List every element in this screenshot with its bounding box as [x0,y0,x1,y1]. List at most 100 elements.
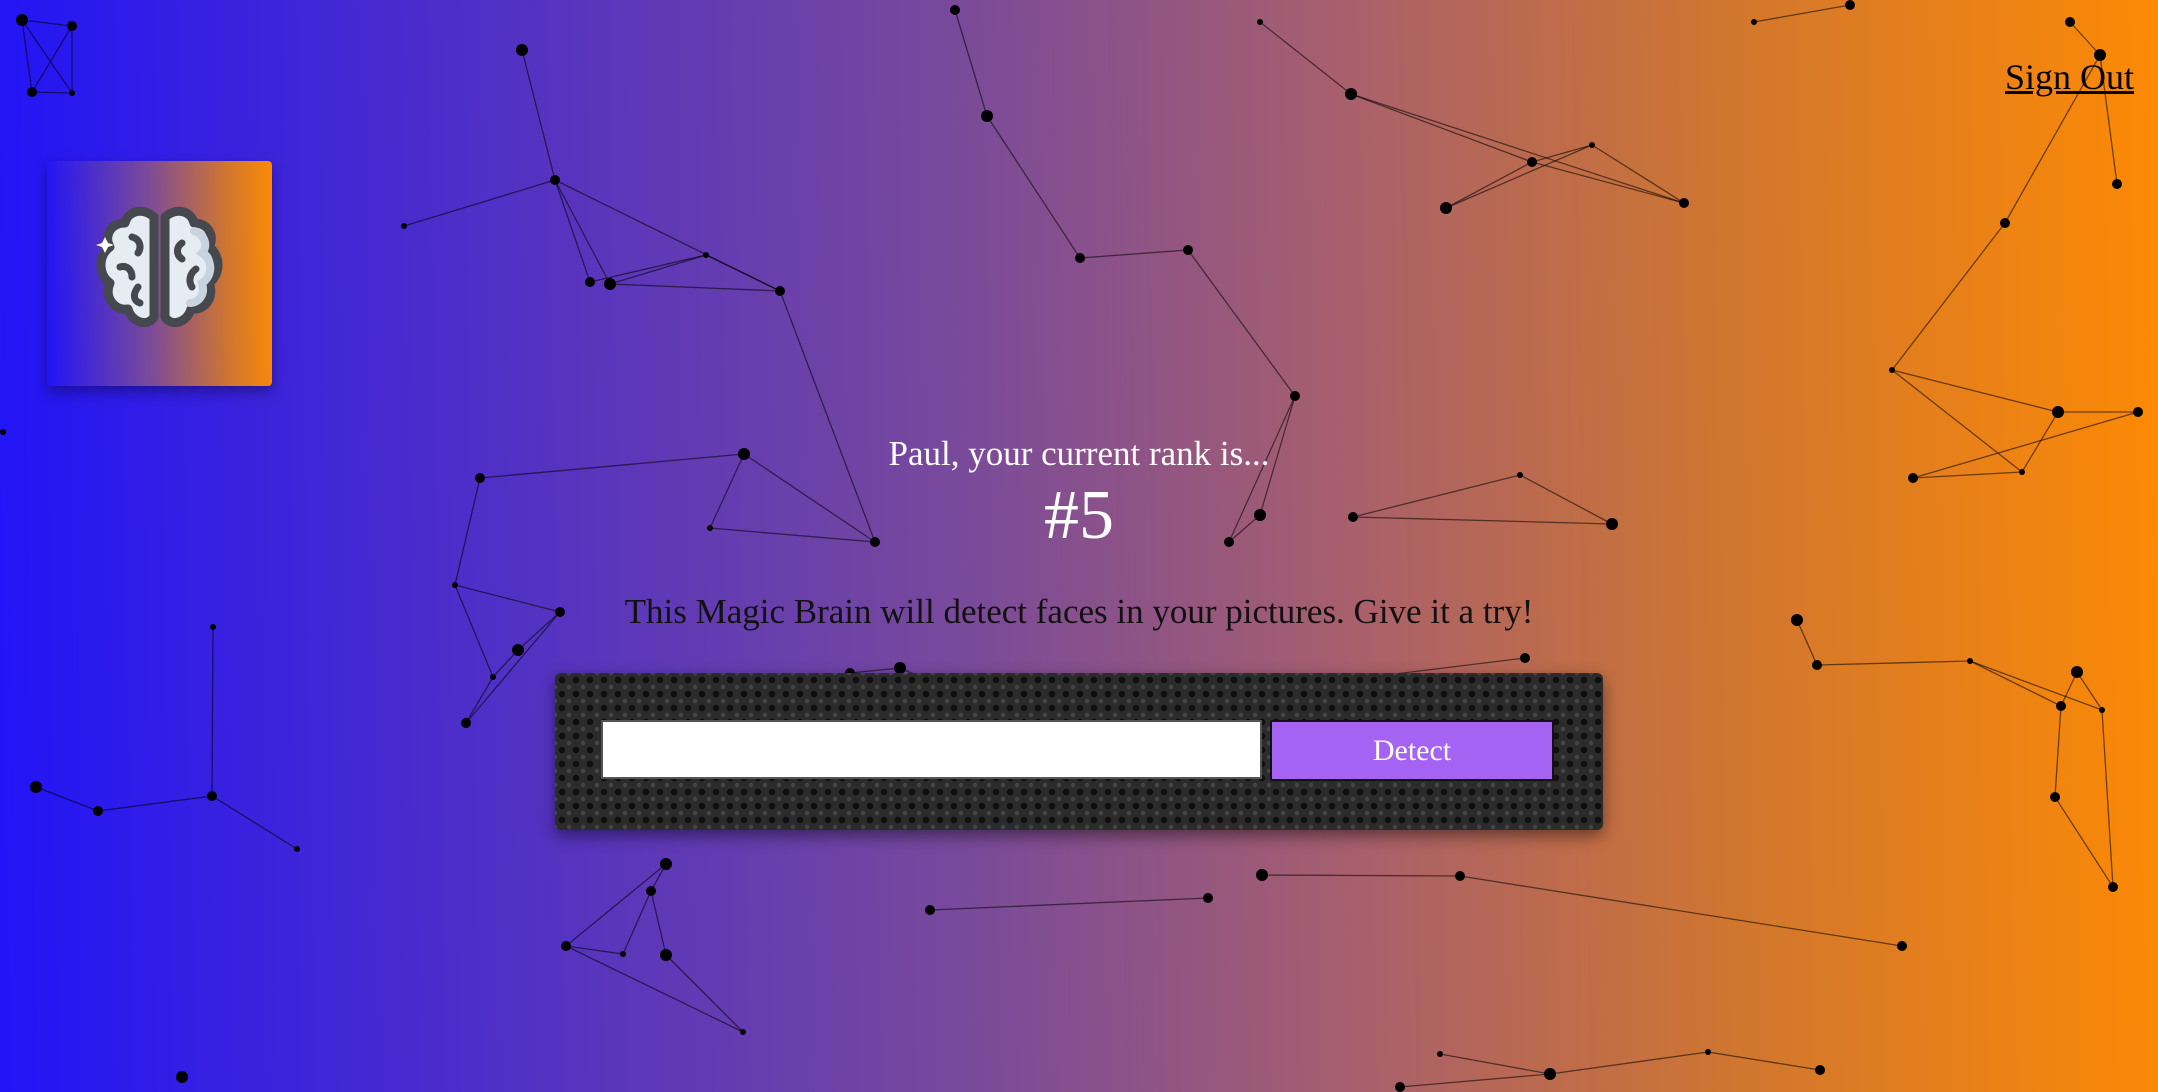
network-node [1815,1065,1825,1075]
network-node [93,806,103,816]
network-line [1350,93,1533,163]
network-node [1437,1051,1443,1057]
network-node [1897,941,1907,951]
network-line [1261,874,1461,877]
network-line [609,254,707,285]
logo-card[interactable] [47,161,272,386]
network-node [1520,653,1530,663]
network-node [1544,1068,1556,1080]
network-line [1399,1073,1551,1088]
network-line [2076,671,2103,711]
network-line [589,254,707,283]
network-node [69,90,75,96]
tagline: This Magic Brain will detect faces in yo… [624,592,1534,631]
network-node [703,252,709,258]
network-line [1969,660,2103,711]
sign-out-link[interactable]: Sign Out [2005,56,2134,98]
network-line [1187,249,1296,397]
network-node [1589,142,1595,148]
network-node [1075,253,1085,263]
network-line [2069,21,2101,56]
network-line [929,897,1209,911]
network-node [2000,218,2010,228]
network-node [1967,658,1973,664]
network-line [1079,249,1189,259]
network-node [67,21,77,31]
network-line [954,9,988,117]
rank-message: Paul, your current rank is... [888,434,1270,473]
network-node [550,175,560,185]
network-node [1812,660,1822,670]
network-line [1445,144,1593,209]
network-node [461,718,471,728]
network-node [2133,407,2143,417]
network-line [1591,144,1685,204]
detect-button[interactable]: Detect [1270,720,1554,781]
brain-icon [96,206,223,328]
network-line [1531,161,1685,204]
network-node [30,781,42,793]
network-line [1891,369,2059,413]
network-node [2112,179,2122,189]
network-node [1527,157,1537,167]
network-line [31,25,73,93]
network-node [2050,792,2060,802]
network-node [1290,391,1300,401]
network-line [986,115,1081,259]
network-line [2054,705,2062,798]
network-node [512,644,524,656]
network-line [1459,875,1903,947]
network-line [1531,144,1593,163]
network-node [452,582,458,588]
network-line [1891,222,2006,371]
network-node [2108,882,2118,892]
network-node [1889,367,1895,373]
network-node [660,858,672,870]
network-node [950,5,960,15]
network-line [1259,21,1352,95]
network-node [660,949,672,961]
network-line [2101,709,2114,888]
network-line [35,786,99,812]
network-node [16,14,28,26]
network-node [2071,666,2083,678]
network-node [1845,0,1855,10]
network-line [565,863,667,947]
network-line [31,91,73,94]
network-line [1549,1051,1709,1075]
network-node [585,277,595,287]
network-line [21,19,33,93]
network-node [1183,245,1193,255]
network-line [97,795,213,812]
network-node [925,905,935,915]
network-node [176,1071,188,1083]
network-node [516,44,528,56]
network-node [620,951,626,957]
network-node [775,286,785,296]
network-line [565,945,744,1033]
network-line [21,19,73,27]
network-node [1256,869,1268,881]
network-node [2056,701,2066,711]
network-line [403,179,556,227]
network-node [604,278,616,290]
network-line [1439,1053,1551,1075]
network-node [2065,17,2075,27]
network-node [1751,19,1757,25]
network-node [1705,1049,1711,1055]
network-node [1679,198,1689,208]
network-node [401,223,407,229]
network-line [554,179,781,292]
network-node [646,886,656,896]
network-line [1445,161,1533,209]
network-line [622,890,652,955]
image-url-input[interactable] [601,720,1262,779]
network-node [1257,19,1263,25]
network-node [1440,202,1452,214]
network-node [2052,406,2064,418]
rank-value: #5 [1044,477,1114,554]
network-line [211,795,298,850]
network-line [665,954,744,1033]
rank-section: Paul, your current rank is... #5 [0,432,2158,556]
network-line [1816,660,1971,666]
